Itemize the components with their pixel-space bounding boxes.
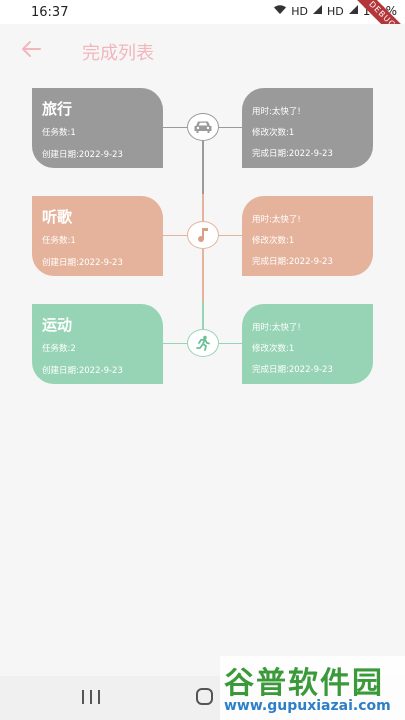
watermark-logo: 谷普软件园 www.gupuxiazai.com (220, 656, 405, 720)
item-detail-card[interactable]: 用时:太快了! 修改次数:1 完成日期:2022-9-23 (242, 196, 373, 276)
running-person-icon (196, 335, 210, 351)
item-summary-card[interactable]: 旅行 任务数:1 创建日期:2022-9-23 (32, 88, 163, 168)
item-summary-card[interactable]: 听歌 任务数:1 创建日期:2022-9-23 (32, 196, 163, 276)
connector-line (218, 127, 242, 128)
signal-icon-2 (348, 4, 359, 18)
item-task-count: 任务数:2 (42, 344, 76, 354)
item-detail-card[interactable]: 用时:太快了! 修改次数:1 完成日期:2022-9-23 (242, 88, 373, 168)
item-title: 运动 (42, 316, 73, 334)
item-detail-card[interactable]: 用时:太快了! 修改次数:1 完成日期:2022-9-23 (242, 304, 373, 384)
timeline-line (202, 249, 204, 302)
list-item-travel[interactable]: 旅行 任务数:1 创建日期:2022-9-23 用时:太快了! 修改次数:1 完… (0, 86, 405, 194)
item-created-date: 创建日期:2022-9-23 (42, 366, 123, 376)
wifi-icon (273, 4, 287, 18)
timeline-line (202, 194, 204, 221)
watermark-url: www.gupuxiazai.com (224, 698, 391, 714)
item-finished-date: 完成日期:2022-9-23 (252, 149, 333, 159)
timeline-node (187, 329, 219, 357)
signal-icon (312, 4, 323, 18)
music-note-icon (198, 228, 208, 243)
watermark-name: 谷普软件园 (224, 666, 384, 701)
item-edit-count: 修改次数:1 (252, 128, 295, 138)
item-task-count: 任务数:1 (42, 128, 76, 138)
back-button[interactable] (20, 38, 44, 62)
signal-label: HD (291, 4, 308, 18)
item-created-date: 创建日期:2022-9-23 (42, 150, 123, 160)
status-time: 16:37 (31, 5, 69, 20)
timeline-line (202, 302, 204, 329)
item-finished-date: 完成日期:2022-9-23 (252, 365, 333, 375)
connector-line (163, 127, 187, 128)
status-bar: 16:37 HD HD 100% DEBUG (0, 0, 405, 52)
item-finished-date: 完成日期:2022-9-23 (252, 257, 333, 267)
connector-line (218, 235, 242, 236)
item-created-date: 创建日期:2022-9-23 (42, 258, 123, 268)
item-summary-card[interactable]: 运动 任务数:2 创建日期:2022-9-23 (32, 304, 163, 384)
page-title: 完成列表 (82, 43, 154, 64)
timeline-line (202, 141, 204, 194)
signal-label-2: HD (326, 4, 344, 18)
timeline-node (187, 113, 219, 141)
connector-line (163, 343, 187, 344)
item-used-time: 用时:太快了! (252, 323, 301, 333)
item-used-time: 用时:太快了! (252, 215, 301, 225)
car-icon (194, 121, 212, 133)
list-item-music[interactable]: 听歌 任务数:1 创建日期:2022-9-23 用时:太快了! 修改次数:1 完… (0, 194, 405, 302)
timeline-node (187, 221, 219, 249)
arrow-left-icon (22, 41, 41, 57)
item-title: 听歌 (42, 208, 73, 226)
item-edit-count: 修改次数:1 (252, 344, 295, 354)
connector-line (163, 235, 187, 236)
item-task-count: 任务数:1 (42, 236, 76, 246)
app-bar: 完成列表 (0, 24, 405, 76)
item-used-time: 用时:太快了! (252, 107, 301, 117)
item-title: 旅行 (42, 100, 73, 118)
completed-list: 旅行 任务数:1 创建日期:2022-9-23 用时:太快了! 修改次数:1 完… (0, 86, 405, 410)
recents-icon[interactable] (82, 690, 100, 704)
connector-line (218, 343, 242, 344)
item-edit-count: 修改次数:1 (252, 236, 295, 246)
list-item-sport[interactable]: 运动 任务数:2 创建日期:2022-9-23 用时:太快了! 修改次数:1 完… (0, 302, 405, 410)
home-icon[interactable] (196, 688, 213, 705)
